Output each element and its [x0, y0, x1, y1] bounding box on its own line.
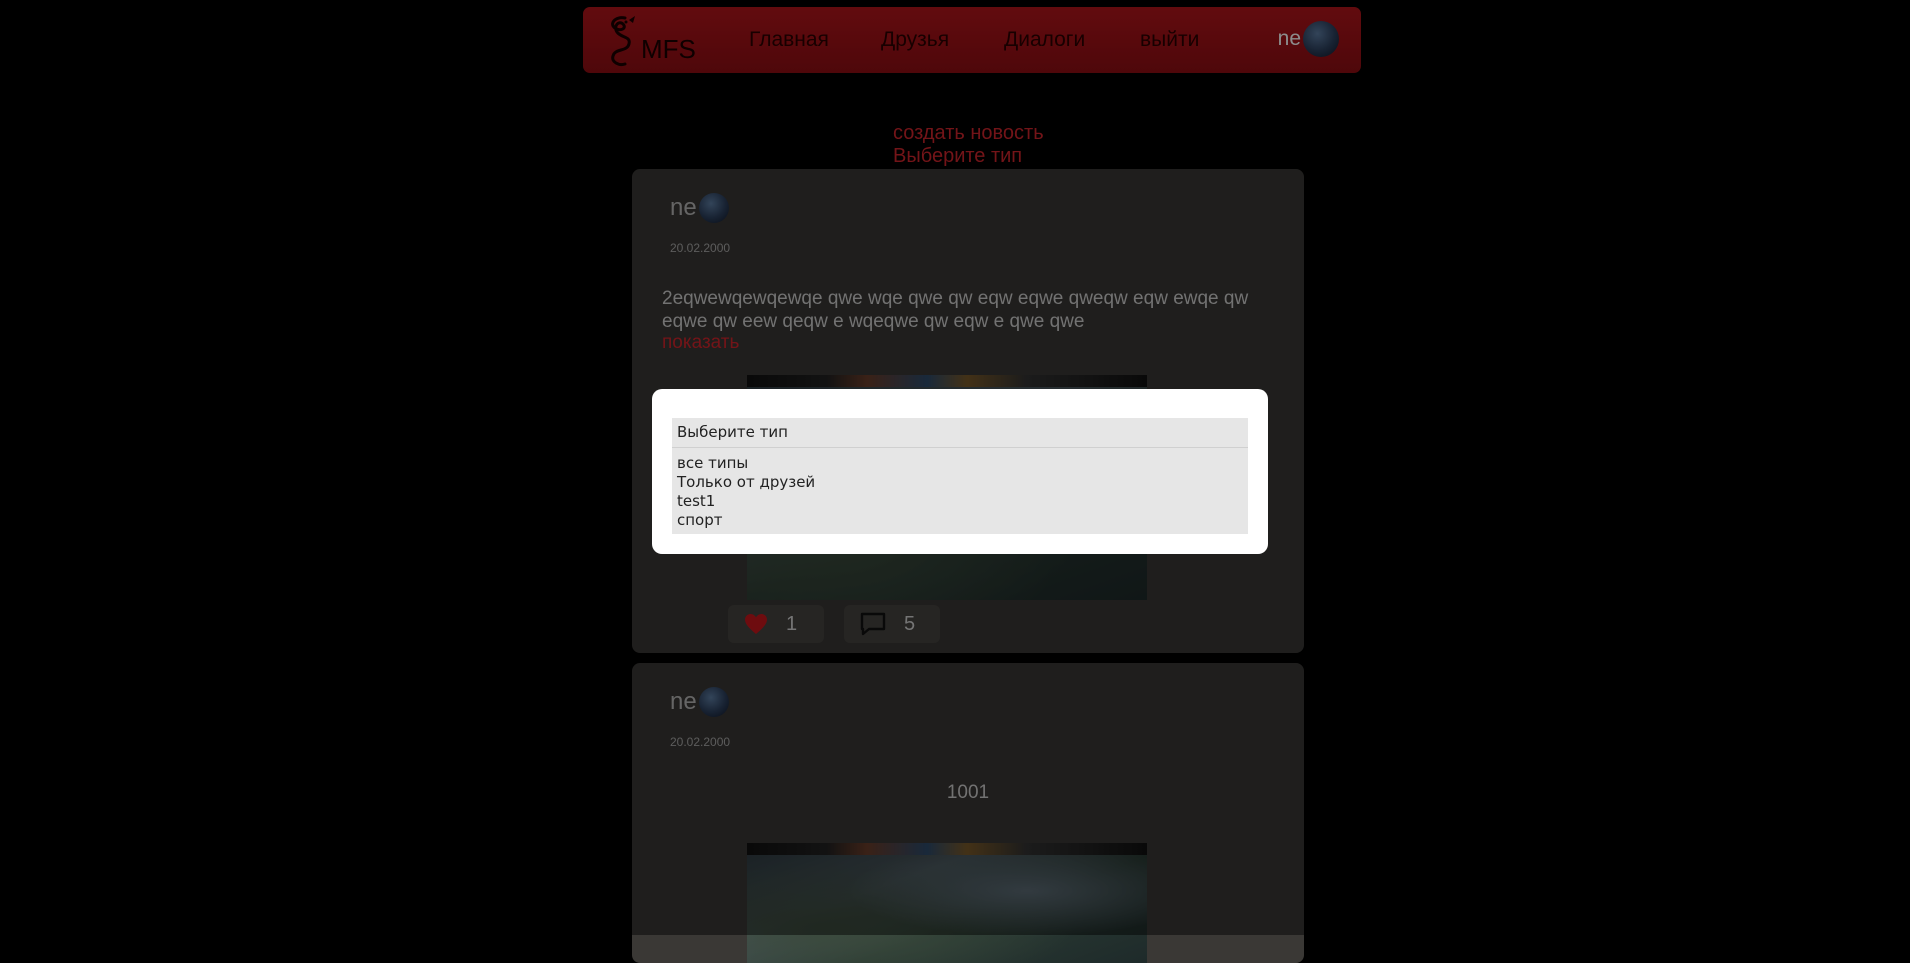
- type-select-current[interactable]: Выберите тип: [672, 418, 1248, 448]
- type-option-all[interactable]: все типы: [677, 454, 1243, 473]
- type-filter-modal: Выберите тип все типы Только от друзей t…: [652, 389, 1268, 554]
- type-select[interactable]: Выберите тип все типы Только от друзей t…: [672, 418, 1248, 534]
- type-option-friends[interactable]: Только от друзей: [677, 473, 1243, 492]
- type-option-sport[interactable]: спорт: [677, 511, 1243, 530]
- type-select-options: все типы Только от друзей test1 спорт: [672, 448, 1248, 534]
- type-option-test1[interactable]: test1: [677, 492, 1243, 511]
